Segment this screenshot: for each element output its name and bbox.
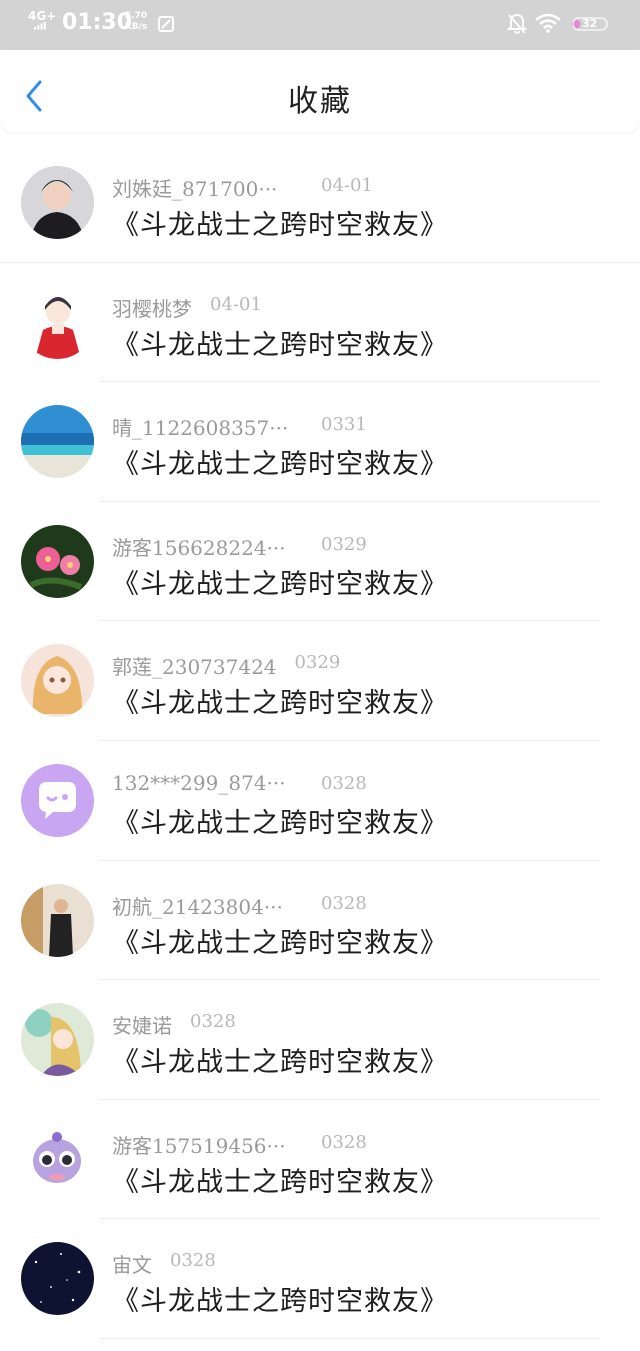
- beach-ocean-avatar[interactable]: [21, 405, 94, 479]
- pink-flowers-avatar[interactable]: [21, 524, 94, 598]
- navigation-header: 收藏: [0, 50, 640, 132]
- favorites-list: 刘姝廷_871700··· 04-01 《斗龙战士之跨时空救友》 羽樱桃梦 04-01 《…: [0, 143, 640, 1339]
- favorite-list-item[interactable]: 初航_21423804··· 0328 《斗龙战士之跨时空救友》: [0, 861, 640, 981]
- network-type: 4G+: [28, 9, 57, 23]
- speed-value: 5.70: [124, 11, 148, 21]
- username[interactable]: 宙文: [112, 1249, 152, 1278]
- favorite-list-item[interactable]: 晴_1122608357··· 0331 《斗龙战士之跨时空救友》: [0, 382, 640, 502]
- item-meta: 游客157519456··· 0328: [112, 1130, 367, 1158]
- favorite-date: 0328: [190, 1011, 236, 1033]
- favorite-date: 0328: [170, 1250, 216, 1272]
- item-meta: 郭莲_230737424 0329: [112, 651, 341, 679]
- item-meta: 晴_1122608357··· 0331: [112, 412, 367, 440]
- screenshot-icon: [158, 16, 174, 32]
- favorite-list-item[interactable]: 132***299_874··· 0328 《斗龙战士之跨时空救友》: [0, 741, 640, 861]
- favorite-list-item[interactable]: 郭莲_230737424 0329 《斗龙战士之跨时空救友》: [0, 621, 640, 741]
- favorite-list-item[interactable]: 安婕诺 0328 《斗龙战士之跨时空救友》: [0, 980, 640, 1100]
- story-title[interactable]: 《斗龙战士之跨时空救友》: [112, 1040, 448, 1079]
- divider: [100, 1337, 600, 1339]
- favorite-list-item[interactable]: 游客156628224··· 0329 《斗龙战士之跨时空救友》: [0, 502, 640, 622]
- cartoon-purple-creature-avatar[interactable]: [21, 1122, 94, 1196]
- favorite-list-item[interactable]: 游客157519456··· 0328 《斗龙战士之跨时空救友》: [0, 1100, 640, 1220]
- username[interactable]: 羽樱桃梦: [112, 293, 192, 322]
- favorite-date: 0329: [321, 533, 367, 555]
- favorite-date: 0328: [321, 1131, 367, 1153]
- anime-blonde-girl-avatar[interactable]: [21, 644, 94, 718]
- username[interactable]: 132***299_874···: [112, 771, 286, 795]
- item-meta: 安婕诺 0328: [112, 1010, 236, 1038]
- story-title[interactable]: 《斗龙战士之跨时空救友》: [112, 1160, 448, 1199]
- username[interactable]: 安婕诺: [112, 1010, 172, 1039]
- username[interactable]: 晴_1122608357···: [112, 412, 288, 441]
- boy-portrait-avatar[interactable]: [21, 166, 94, 239]
- purple-chat-bubble-avatar[interactable]: [21, 763, 94, 837]
- battery-level: 32: [582, 17, 598, 30]
- status-bar: 4G+ 01:30 5.70 KB/s 32: [0, 0, 640, 50]
- item-meta: 宙文 0328: [112, 1249, 216, 1277]
- anime-girl-red-dress-avatar[interactable]: [21, 285, 94, 359]
- battery-indicator: 32: [570, 16, 610, 32]
- page-title: 收藏: [288, 84, 352, 119]
- wifi-icon: [535, 13, 561, 33]
- story-title[interactable]: 《斗龙战士之跨时空救友》: [112, 562, 448, 601]
- username[interactable]: 郭莲_230737424: [112, 651, 277, 680]
- favorite-date: 0328: [321, 772, 367, 794]
- man-standing-photo-avatar[interactable]: [21, 883, 94, 957]
- item-meta: 游客156628224··· 0329: [112, 532, 367, 560]
- starry-night-avatar[interactable]: [21, 1242, 94, 1316]
- favorite-list-item[interactable]: 宙文 0328 《斗龙战士之跨时空救友》: [0, 1219, 640, 1339]
- story-title[interactable]: 《斗龙战士之跨时空救友》: [112, 323, 448, 362]
- favorite-list-item[interactable]: 羽樱桃梦 04-01 《斗龙战士之跨时空救友》: [0, 263, 640, 383]
- story-title[interactable]: 《斗龙战士之跨时空救友》: [112, 681, 448, 720]
- username[interactable]: 刘姝廷_871700···: [112, 173, 277, 202]
- item-meta: 132***299_874··· 0328: [112, 771, 367, 795]
- favorite-date: 04-01: [210, 293, 262, 315]
- story-title[interactable]: 《斗龙战士之跨时空救友》: [112, 801, 448, 840]
- username[interactable]: 游客156628224···: [112, 532, 286, 561]
- username[interactable]: 初航_21423804···: [112, 891, 283, 920]
- favorite-list-item[interactable]: 刘姝廷_871700··· 04-01 《斗龙战士之跨时空救友》: [0, 143, 640, 263]
- favorite-date: 0329: [294, 652, 341, 674]
- favorite-date: 0328: [321, 892, 367, 914]
- favorite-date: 04-01: [321, 175, 373, 196]
- bell-muted-icon: [507, 13, 527, 34]
- item-meta: 初航_21423804··· 0328: [112, 891, 367, 919]
- story-title[interactable]: 《斗龙战士之跨时空救友》: [112, 203, 448, 242]
- username[interactable]: 游客157519456···: [112, 1130, 286, 1159]
- item-meta: 刘姝廷_871700··· 04-01: [112, 173, 373, 201]
- story-title[interactable]: 《斗龙战士之跨时空救友》: [112, 442, 448, 481]
- anime-girl-green-avatar[interactable]: [21, 1003, 94, 1077]
- item-meta: 羽樱桃梦 04-01: [112, 293, 262, 321]
- story-title[interactable]: 《斗龙战士之跨时空救友》: [112, 1279, 448, 1318]
- story-title[interactable]: 《斗龙战士之跨时空救友》: [112, 921, 448, 960]
- network-speed: 5.70 KB/s: [121, 11, 151, 33]
- favorite-date: 0331: [321, 414, 367, 436]
- signal-icon: [34, 22, 46, 30]
- speed-unit: KB/s: [124, 22, 148, 32]
